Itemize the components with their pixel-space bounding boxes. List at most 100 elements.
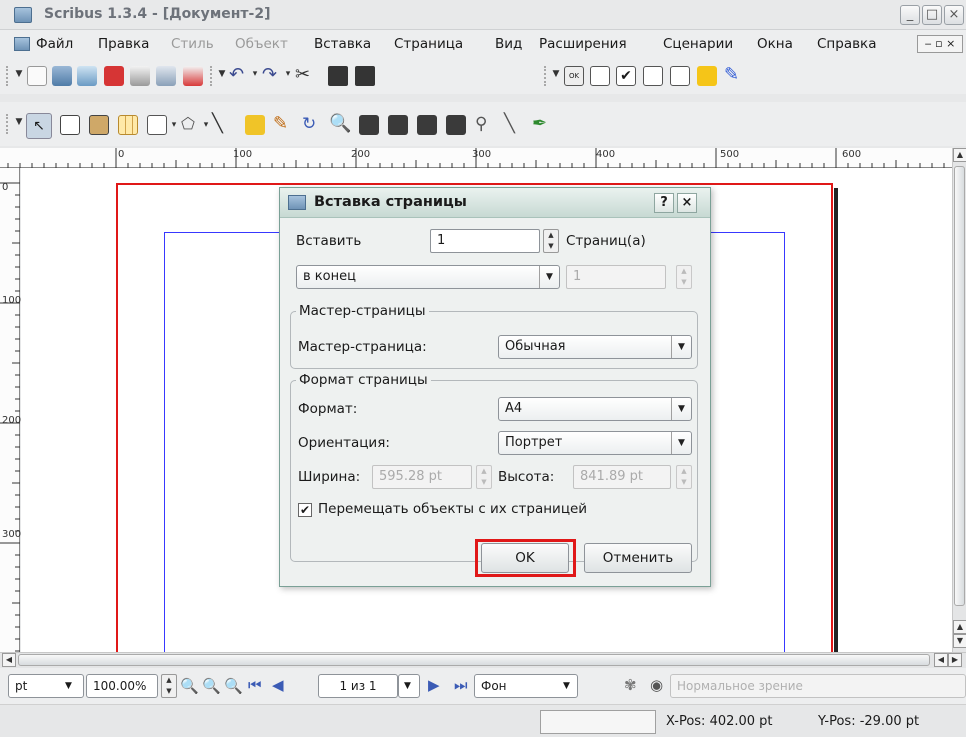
select-arrow-icon[interactable]: ↖: [26, 113, 52, 139]
pdf-combobox-icon[interactable]: [643, 66, 663, 86]
menu-page[interactable]: Страница: [394, 36, 463, 52]
new-document-icon[interactable]: [27, 66, 47, 86]
scroll-left-button[interactable]: ◀: [2, 653, 16, 667]
page-select[interactable]: 1 из 1: [318, 674, 398, 698]
scroll-right-button[interactable]: ▶: [948, 653, 962, 667]
export-pdf-icon[interactable]: [183, 66, 203, 86]
layer-select[interactable]: Фон ▼: [474, 674, 578, 698]
height-input[interactable]: 841.89 pt: [573, 465, 671, 489]
minimize-button[interactable]: _: [900, 5, 920, 25]
zoom-100-icon[interactable]: 🔍: [202, 677, 221, 695]
mdi-controls[interactable]: ‒ ▫ ×: [917, 35, 963, 53]
pdf-text-field-icon[interactable]: [590, 66, 610, 86]
maximize-button[interactable]: □: [922, 5, 942, 25]
insert-count-input[interactable]: 1: [430, 229, 540, 253]
scroll-thumb[interactable]: [18, 654, 930, 666]
dialog-titlebar[interactable]: Вставка страницы ? ×: [280, 188, 710, 218]
zoom-spinner[interactable]: ▲ ▼: [161, 674, 177, 698]
menu-file[interactable]: Файл: [36, 36, 73, 52]
horizontal-ruler[interactable]: 0 100 200 300 400 500 600: [0, 148, 952, 168]
print-icon[interactable]: [130, 66, 150, 86]
move-objects-checkbox[interactable]: ✔: [298, 503, 312, 517]
measure-icon[interactable]: ⚲: [475, 115, 495, 135]
height-spinner[interactable]: ▲ ▼: [676, 465, 692, 489]
image-frame-icon[interactable]: [89, 115, 109, 135]
menu-windows[interactable]: Окна: [757, 36, 793, 52]
insert-count-spinner[interactable]: ▲ ▼: [543, 229, 559, 253]
menu-help[interactable]: Справка: [817, 36, 876, 52]
preflight-icon[interactable]: [156, 66, 176, 86]
first-page-icon[interactable]: ⏮: [248, 676, 262, 694]
menu-insert[interactable]: Вставка: [314, 36, 371, 52]
toolbar-dropdown-arrow[interactable]: ▼: [551, 69, 561, 79]
menu-edit[interactable]: Правка: [98, 36, 149, 52]
close-document-icon[interactable]: [104, 66, 124, 86]
copy-properties-icon[interactable]: ╲: [504, 115, 524, 135]
text-frame-icon[interactable]: [60, 115, 80, 135]
scroll-thumb[interactable]: [954, 166, 965, 606]
page-dropdown[interactable]: ▼: [398, 674, 420, 698]
vertical-ruler[interactable]: 0 100 200 300: [0, 168, 21, 652]
rotate-icon[interactable]: ↻: [302, 115, 322, 135]
prev-page-icon[interactable]: ◀: [272, 676, 284, 694]
scroll-up-button[interactable]: ▲: [953, 620, 966, 634]
shape-dropdown[interactable]: ▾: [169, 120, 179, 130]
horizontal-scrollbar[interactable]: ◀ ◀ ▶: [0, 652, 966, 668]
ok-button[interactable]: OK: [481, 543, 569, 573]
link-frames-icon[interactable]: [417, 115, 437, 135]
line-icon[interactable]: ╲: [212, 115, 232, 135]
menu-view[interactable]: Вид: [495, 36, 522, 52]
toolbar-dropdown-arrow[interactable]: ▼: [217, 69, 227, 79]
help-button[interactable]: ?: [654, 193, 674, 213]
edit-contents-icon[interactable]: [359, 115, 379, 135]
pdf-listbox-icon[interactable]: [670, 66, 690, 86]
orientation-select[interactable]: Портрет ▼: [498, 431, 692, 455]
close-dialog-button[interactable]: ×: [677, 193, 697, 213]
menu-item[interactable]: Объект: [235, 36, 288, 52]
table-icon[interactable]: [118, 115, 138, 135]
menu-style[interactable]: Стиль: [171, 36, 214, 52]
last-page-icon[interactable]: ⏭: [454, 676, 468, 694]
unit-select[interactable]: pt ▼: [8, 674, 84, 698]
zoom-icon[interactable]: 🔍: [329, 115, 351, 135]
vertical-scrollbar[interactable]: ▲ ▲ ▼: [952, 148, 966, 652]
format-select[interactable]: A4 ▼: [498, 397, 692, 421]
cut-icon[interactable]: ✂: [295, 66, 315, 86]
bezier-icon[interactable]: [245, 115, 265, 135]
scroll-left-button[interactable]: ◀: [934, 653, 948, 667]
view-mode-select[interactable]: Нормальное зрение: [670, 674, 966, 698]
width-spinner[interactable]: ▲ ▼: [476, 465, 492, 489]
cancel-button[interactable]: Отменить: [584, 543, 692, 573]
toolbar-dropdown-arrow[interactable]: ▼: [14, 69, 24, 79]
scroll-down-button[interactable]: ▼: [953, 634, 966, 648]
pdf-button-icon[interactable]: OK: [564, 66, 584, 86]
visual-mode-icon[interactable]: ◉: [650, 676, 663, 694]
redo-icon[interactable]: ↷: [262, 66, 282, 86]
toolbar-grip[interactable]: [6, 114, 14, 134]
zoom-in-icon[interactable]: 🔍: [224, 677, 243, 695]
master-page-select[interactable]: Обычная ▼: [498, 335, 692, 359]
eyedropper-icon[interactable]: ✒: [532, 115, 552, 135]
polygon-icon[interactable]: ⬠: [181, 115, 201, 135]
preview-mode-icon[interactable]: ✾: [624, 676, 637, 694]
page-number-spinner[interactable]: ▲ ▼: [676, 265, 692, 289]
undo-dropdown[interactable]: ▾: [250, 69, 260, 79]
undo-icon[interactable]: ↶: [229, 66, 249, 86]
unlink-frames-icon[interactable]: [446, 115, 466, 135]
pdf-text-annotation-icon[interactable]: [697, 66, 717, 86]
pdf-link-annotation-icon[interactable]: ✎: [724, 66, 744, 86]
position-select[interactable]: в конец ▼: [296, 265, 560, 289]
rectangle-icon[interactable]: [147, 115, 167, 135]
polygon-dropdown[interactable]: ▾: [201, 120, 211, 130]
copy-icon[interactable]: [328, 66, 348, 86]
open-folder-icon[interactable]: [52, 66, 72, 86]
next-page-icon[interactable]: ▶: [428, 676, 440, 694]
scroll-up-button[interactable]: ▲: [953, 148, 966, 162]
freehand-icon[interactable]: ✎: [273, 115, 293, 135]
paste-icon[interactable]: [355, 66, 375, 86]
zoom-field[interactable]: 100.00%: [86, 674, 158, 698]
zoom-out-icon[interactable]: 🔍: [180, 677, 199, 695]
save-icon[interactable]: [77, 66, 97, 86]
menu-script[interactable]: Сценарии: [663, 36, 733, 52]
close-window-button[interactable]: ×: [944, 5, 964, 25]
